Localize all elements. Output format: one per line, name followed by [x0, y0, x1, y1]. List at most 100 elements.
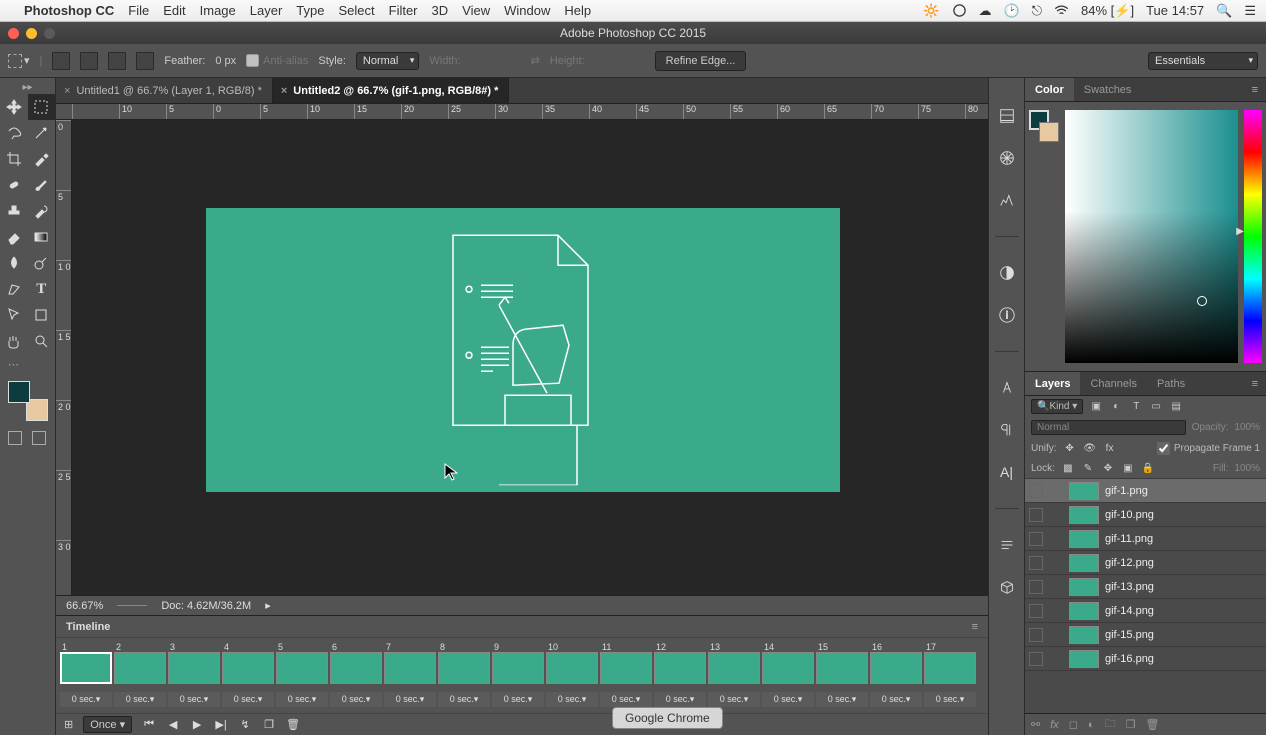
- channels-tab[interactable]: Channels: [1080, 372, 1146, 395]
- delete-frame-button[interactable]: 🗑: [286, 718, 300, 731]
- color-field[interactable]: [1065, 110, 1238, 363]
- stamp-tool-icon[interactable]: [0, 198, 28, 224]
- adjustment-layer-icon[interactable]: ◐: [1088, 719, 1095, 731]
- frame-delay[interactable]: 0 sec.▾: [816, 692, 868, 707]
- panel-bg-swatch[interactable]: [1039, 122, 1059, 142]
- close-tab-icon[interactable]: ×: [64, 85, 70, 97]
- history-panel-icon[interactable]: [997, 106, 1017, 126]
- new-frame-button[interactable]: ❐: [262, 718, 276, 731]
- selection-add-icon[interactable]: [80, 52, 98, 70]
- character-panel-icon[interactable]: [997, 378, 1017, 398]
- new-layer-icon[interactable]: ❐: [1126, 718, 1136, 731]
- app-menu[interactable]: Photoshop CC: [24, 3, 114, 18]
- layer-row[interactable]: gif-14.png: [1025, 599, 1266, 623]
- hand-tool-icon[interactable]: [0, 328, 28, 354]
- layer-row[interactable]: gif-10.png: [1025, 503, 1266, 527]
- feather-value[interactable]: 0 px: [215, 55, 236, 67]
- healing-tool-icon[interactable]: [0, 172, 28, 198]
- timeline-frame[interactable]: 10 sec.▾: [60, 642, 112, 713]
- blend-mode-select[interactable]: Normal: [1031, 420, 1186, 435]
- filter-adjust-icon[interactable]: ◐: [1109, 400, 1123, 414]
- menu-type[interactable]: Type: [296, 3, 324, 18]
- filter-smart-icon[interactable]: ▤: [1169, 400, 1183, 414]
- status-flyout-icon[interactable]: ▸: [265, 599, 271, 612]
- eyedropper-tool-icon[interactable]: [28, 146, 56, 172]
- tools-collapse-icon[interactable]: ▸▸: [0, 82, 55, 90]
- vertical-ruler[interactable]: 051 01 52 02 53 0: [56, 120, 72, 595]
- panel-menu-icon[interactable]: ≡: [972, 621, 978, 633]
- para-styles-panel-icon[interactable]: [997, 535, 1017, 555]
- hue-slider[interactable]: [1244, 110, 1262, 363]
- horizontal-ruler[interactable]: 105051015202530354045505560657075808590: [56, 104, 988, 120]
- screenmode-icon[interactable]: [32, 431, 46, 445]
- frame-delay[interactable]: 0 sec.▾: [924, 692, 976, 707]
- layers-tab[interactable]: Layers: [1025, 372, 1080, 395]
- frame-delay[interactable]: 0 sec.▾: [654, 692, 706, 707]
- bluetooth-icon[interactable]: ⎋: [1032, 3, 1042, 19]
- menu-extras-icon[interactable]: ☰: [1244, 3, 1256, 19]
- timeline-frame[interactable]: 60 sec.▾: [330, 642, 382, 713]
- selection-new-icon[interactable]: [52, 52, 70, 70]
- frame-delay[interactable]: 0 sec.▾: [492, 692, 544, 707]
- cc-icon[interactable]: [952, 3, 967, 18]
- window-minimize-button[interactable]: [26, 28, 37, 39]
- link-layers-icon[interactable]: ⚯: [1031, 718, 1040, 731]
- marquee-tool-icon[interactable]: [28, 94, 56, 120]
- panel-menu-icon[interactable]: ≡: [1244, 378, 1266, 390]
- color-tab[interactable]: Color: [1025, 78, 1074, 101]
- layer-row[interactable]: gif-1.png: [1025, 479, 1266, 503]
- layer-row[interactable]: gif-13.png: [1025, 575, 1266, 599]
- history-brush-tool-icon[interactable]: [28, 198, 56, 224]
- delete-layer-icon[interactable]: 🗑: [1145, 718, 1159, 731]
- timeline-frame[interactable]: 120 sec.▾: [654, 642, 706, 713]
- timeline-frame[interactable]: 30 sec.▾: [168, 642, 220, 713]
- lock-brush-icon[interactable]: ✎: [1081, 461, 1095, 475]
- wifi-icon[interactable]: [1054, 3, 1069, 18]
- frame-delay[interactable]: 0 sec.▾: [762, 692, 814, 707]
- timeline-frame[interactable]: 20 sec.▾: [114, 642, 166, 713]
- visibility-toggle[interactable]: [1029, 628, 1043, 642]
- layer-row[interactable]: gif-11.png: [1025, 527, 1266, 551]
- visibility-toggle[interactable]: [1029, 532, 1043, 546]
- frame-delay[interactable]: 0 sec.▾: [114, 692, 166, 707]
- spotlight-icon[interactable]: 🔍: [1216, 3, 1232, 19]
- opacity-value[interactable]: 100%: [1234, 422, 1260, 433]
- layer-row[interactable]: gif-16.png: [1025, 647, 1266, 671]
- 3d-panel-icon[interactable]: [997, 577, 1017, 597]
- unify-visibility-icon[interactable]: 👁: [1083, 441, 1097, 455]
- timeline-frame[interactable]: 140 sec.▾: [762, 642, 814, 713]
- window-zoom-button[interactable]: [44, 28, 55, 39]
- close-tab-icon[interactable]: ×: [281, 85, 287, 97]
- window-close-button[interactable]: [8, 28, 19, 39]
- frame-delay[interactable]: 0 sec.▾: [330, 692, 382, 707]
- frame-delay[interactable]: 0 sec.▾: [60, 692, 112, 707]
- selection-subtract-icon[interactable]: [108, 52, 126, 70]
- histogram-panel-icon[interactable]: [997, 190, 1017, 210]
- eraser-tool-icon[interactable]: [0, 224, 28, 250]
- frame-delay[interactable]: 0 sec.▾: [600, 692, 652, 707]
- frame-delay[interactable]: 0 sec.▾: [546, 692, 598, 707]
- canvas[interactable]: 051 01 52 02 53 0: [56, 120, 988, 595]
- timeline-frame[interactable]: 110 sec.▾: [600, 642, 652, 713]
- swatches-tab[interactable]: Swatches: [1074, 78, 1142, 101]
- frame-delay[interactable]: 0 sec.▾: [168, 692, 220, 707]
- selection-intersect-icon[interactable]: [136, 52, 154, 70]
- layer-fx-icon[interactable]: fx: [1050, 719, 1059, 731]
- unify-position-icon[interactable]: ✥: [1063, 441, 1077, 455]
- frame-delay[interactable]: 0 sec.▾: [222, 692, 274, 707]
- document-tab[interactable]: ×Untitled2 @ 66.7% (gif-1.png, RGB/8#) *: [273, 78, 510, 103]
- tool-preset-icon[interactable]: ▾: [8, 54, 30, 68]
- info-panel-icon[interactable]: i: [997, 305, 1017, 325]
- layer-mask-icon[interactable]: ◻: [1069, 718, 1078, 731]
- menu-image[interactable]: Image: [200, 3, 236, 18]
- menu-edit[interactable]: Edit: [163, 3, 185, 18]
- frame-delay[interactable]: 0 sec.▾: [708, 692, 760, 707]
- frame-delay[interactable]: 0 sec.▾: [870, 692, 922, 707]
- pen-tool-icon[interactable]: [0, 276, 28, 302]
- blur-tool-icon[interactable]: [0, 250, 28, 276]
- filter-shape-icon[interactable]: ▭: [1149, 400, 1163, 414]
- zoom-level[interactable]: 66.67%: [66, 600, 103, 612]
- gradient-tool-icon[interactable]: [28, 224, 56, 250]
- lock-artboard-icon[interactable]: ▣: [1121, 461, 1135, 475]
- workspace-select[interactable]: Essentials: [1148, 52, 1258, 70]
